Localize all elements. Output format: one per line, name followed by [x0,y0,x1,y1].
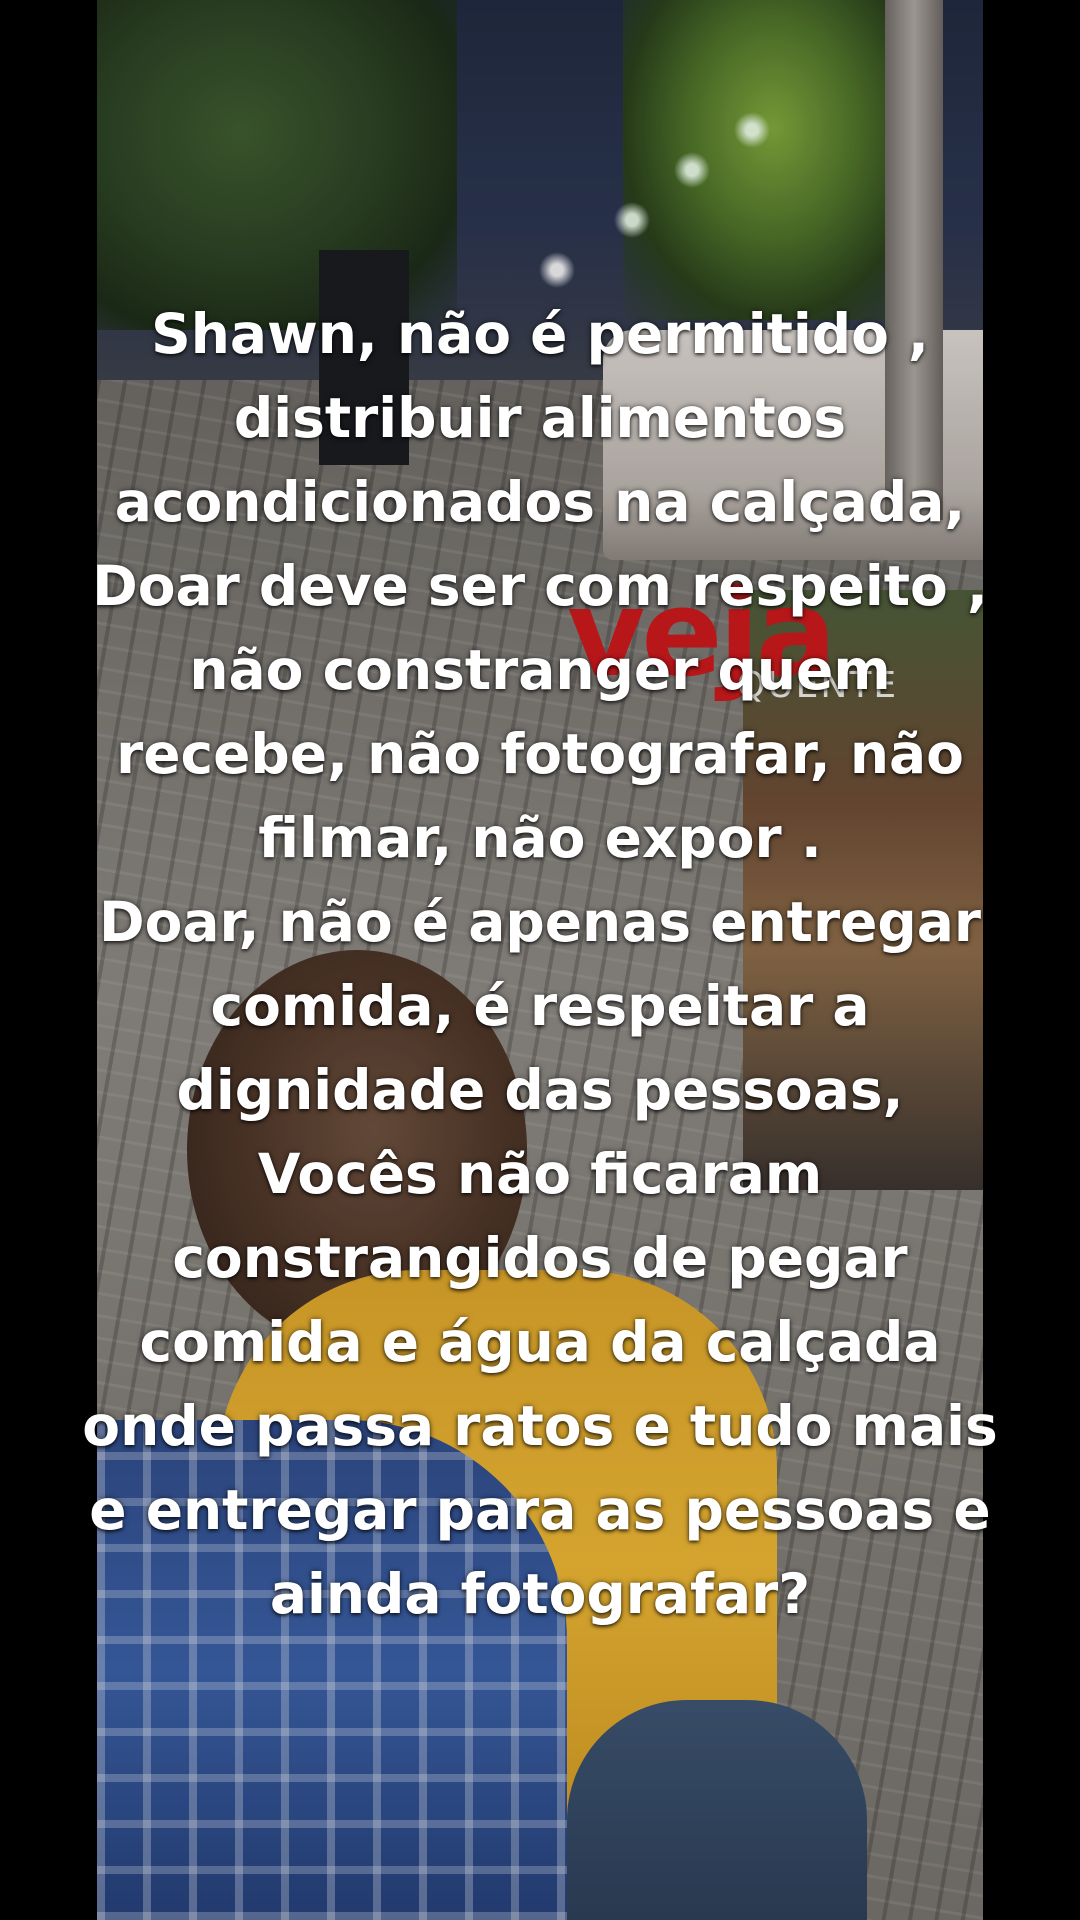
caption-line: e entregar para as pessoas e [89,1478,991,1542]
caption-line: comida e água da calçada [139,1310,941,1374]
caption-line: onde passa ratos e tudo mais [82,1394,998,1458]
caption-line: Shawn, não é permitido , [151,302,929,366]
caption-line: acondicionados na calçada, [114,470,966,534]
caption-line: Vocês não ficaram [257,1142,823,1206]
caption-text: Shawn, não é permitido , distribuir alim… [75,292,1005,1636]
caption-line: Doar deve ser com respeito , [92,554,988,618]
screen: veja QUENTE Shawn, não é permitido , dis… [0,0,1080,1920]
caption-line: distribuir alimentos [233,386,847,450]
caption-line: recebe, não fotografar, não [116,722,964,786]
caption-line: dignidade das pessoas, [176,1058,904,1122]
caption-line: Doar, não é apenas entregar [98,890,981,954]
caption-line: constrangidos de pegar [172,1226,908,1290]
caption-line: não constranger quem [189,638,891,702]
caption-line: comida, é respeitar a [210,974,870,1038]
caption-line: filmar, não expor . [258,806,822,870]
caption-line: ainda fotografar? [269,1562,811,1626]
